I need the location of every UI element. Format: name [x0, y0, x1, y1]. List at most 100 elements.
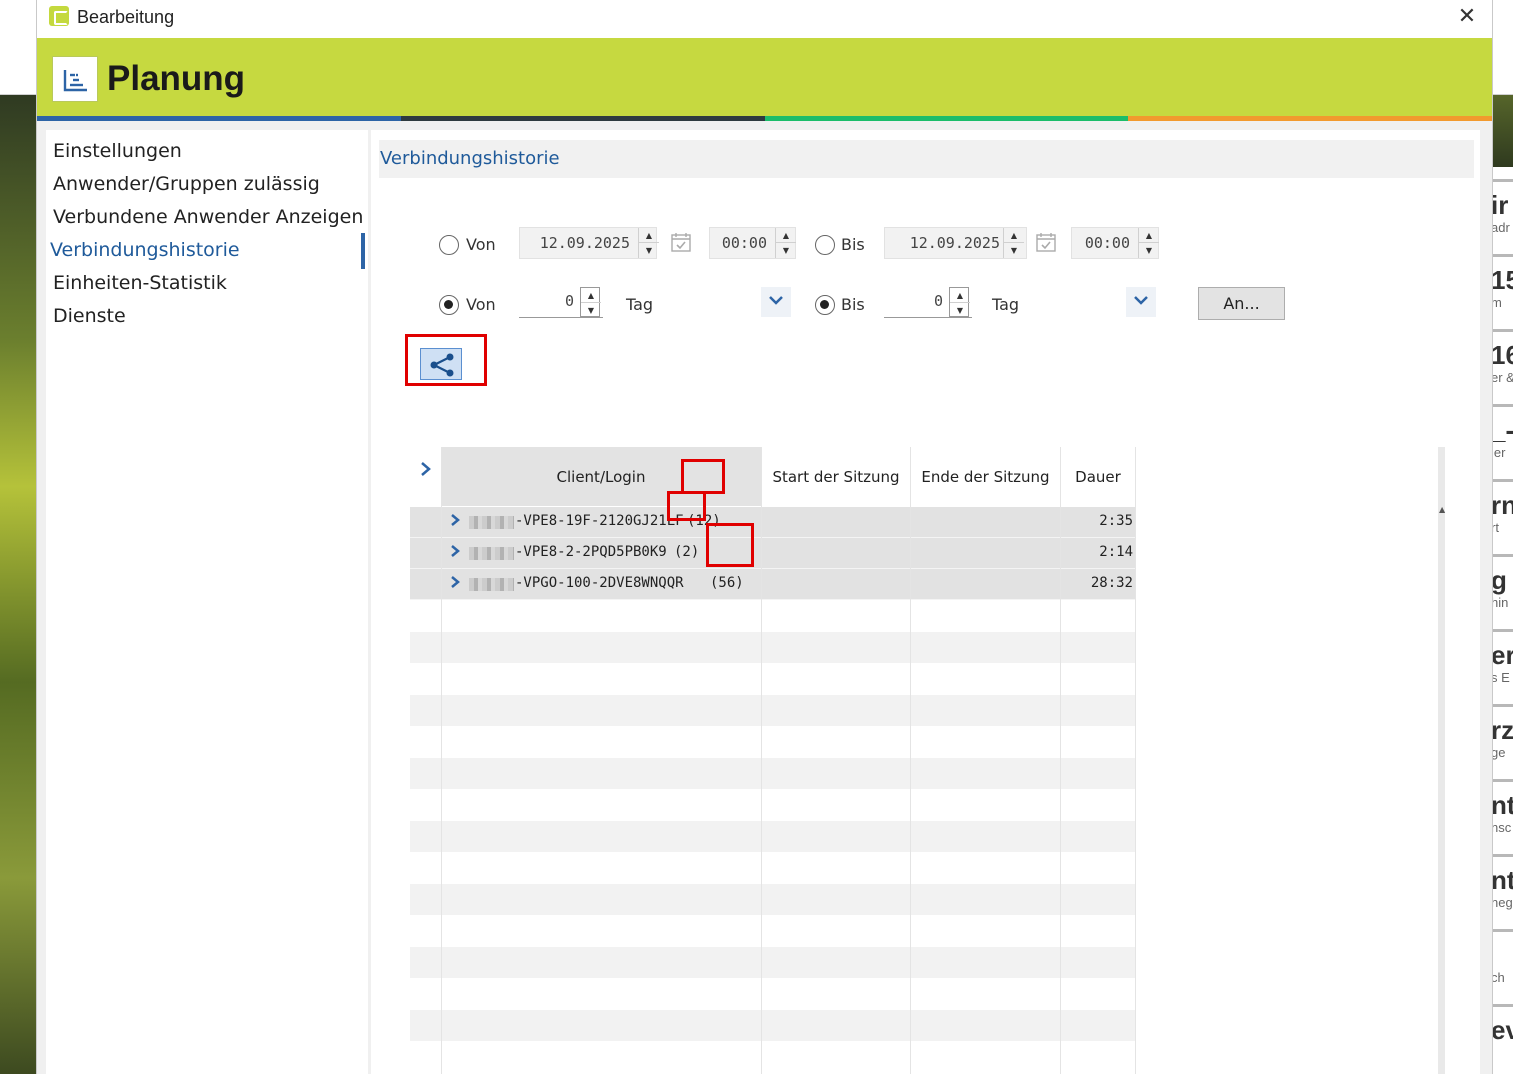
relative-from-spinner[interactable]: ▲ ▼ — [580, 287, 601, 317]
spin-up-icon: ▲ — [581, 288, 601, 303]
scroll-up-icon[interactable]: ▲ — [1439, 505, 1445, 514]
section-title: Verbindungshistorie — [380, 148, 560, 169]
client-login: -VPE8-2-2PQD5PB0K9 — [515, 544, 667, 560]
app-logo-icon — [49, 6, 69, 26]
nav-item-einstellungen[interactable]: Einstellungen — [53, 140, 182, 162]
relative-to-unit[interactable]: Tag — [992, 295, 1019, 314]
spin-down-icon: ▼ — [587, 306, 595, 315]
spin-up-icon: ▲ — [639, 228, 659, 243]
relative-from-label: Von — [466, 295, 496, 314]
column-separator — [1060, 447, 1061, 1074]
redacted-prefix — [469, 516, 514, 529]
client-login: -VPE8-19F-2120GJ21LF — [515, 513, 684, 529]
unit-dropdown-from[interactable] — [761, 287, 791, 317]
background-tile-heading: rn — [1493, 490, 1513, 521]
spin-down-icon: ▼ — [956, 306, 964, 315]
date-range-radio[interactable] — [439, 235, 459, 255]
background-tile: ntneg — [1493, 854, 1513, 916]
background-tile-text: hin — [1493, 595, 1509, 610]
column-separator — [441, 447, 442, 1074]
column-header-duration[interactable]: Dauer — [1061, 447, 1135, 506]
vertical-scrollbar[interactable] — [1438, 447, 1445, 1074]
highlight-box — [667, 491, 706, 521]
to-label: Bis — [841, 235, 865, 254]
nav-item-verbindungshistorie[interactable]: Verbindungshistorie — [50, 239, 240, 261]
relative-from-unit[interactable]: Tag — [626, 295, 653, 314]
redacted-prefix — [469, 578, 514, 591]
module-title: Planung — [107, 59, 246, 98]
active-nav-marker — [361, 233, 365, 269]
highlight-box — [681, 459, 725, 494]
background-tile-text: rt — [1493, 520, 1499, 535]
date-range-to-radio[interactable] — [815, 235, 835, 255]
empty-row — [410, 947, 1136, 978]
to-date-spinner[interactable]: ▲ ▼ — [1003, 228, 1024, 258]
background-tile-heading: rz — [1493, 715, 1513, 745]
expand-row-chevron-icon[interactable] — [450, 513, 460, 527]
background-tile-text: ch — [1493, 970, 1505, 985]
background-tile-heading: g — [1493, 565, 1507, 596]
spin-down-icon: ▼ — [1145, 246, 1153, 255]
background-tile-text: neg — [1493, 895, 1513, 910]
empty-row — [410, 884, 1136, 915]
background-tile-heading: nt — [1493, 790, 1513, 821]
from-time-spinner[interactable]: ▲ ▼ — [775, 228, 796, 258]
expand-row-chevron-icon[interactable] — [450, 575, 460, 589]
background-tile: ers E — [1493, 629, 1513, 691]
background-tile-heading: ir — [1493, 190, 1509, 220]
background-tile-text: nsc — [1493, 820, 1512, 835]
background-tile-heading: 16 — [1493, 340, 1513, 371]
table-row[interactable]: -VPE8-19F-2120GJ21LF (12) 2:35 — [410, 507, 1136, 538]
nav-item-einheiten-statistik[interactable]: Einheiten-Statistik — [53, 272, 227, 294]
relative-to-label: Bis — [841, 295, 865, 314]
background-tile-heading: nt — [1493, 865, 1513, 896]
background-tile: ev — [1493, 1004, 1513, 1066]
session-history-table: Client/Login Start der Sitzung Ende der … — [410, 447, 1445, 1074]
table-row[interactable]: -VPE8-2-2PQD5PB0K9 (2) 2:14 — [410, 538, 1136, 569]
background-tile-text: ge — [1493, 745, 1506, 760]
background-tile: rnrt — [1493, 479, 1513, 541]
unit-dropdown-to[interactable] — [1126, 287, 1156, 317]
spin-up-icon: ▲ — [1139, 228, 1159, 243]
column-header-start[interactable]: Start der Sitzung — [762, 447, 910, 506]
nav-item-dienste[interactable]: Dienste — [53, 305, 126, 327]
apply-button[interactable]: An... — [1198, 287, 1285, 320]
background-photo — [0, 95, 36, 1074]
from-date-spinner[interactable]: ▲ ▼ — [638, 228, 659, 258]
background-tile-text: m — [1493, 295, 1502, 310]
expand-all-chevron-icon[interactable] — [420, 461, 432, 477]
spin-up-icon: ▲ — [1004, 228, 1024, 243]
background-tile-heading: ev — [1493, 1015, 1513, 1046]
title-bar: Bearbeitung ✕ — [37, 0, 1492, 38]
spin-up-icon: ▲ — [776, 228, 796, 243]
background-tile-text: s E — [1493, 670, 1510, 685]
column-header-end[interactable]: Ende der Sitzung — [911, 447, 1060, 506]
session-duration: 2:35 — [1099, 513, 1133, 529]
relative-range-radio[interactable] — [439, 295, 459, 315]
background-tile-text: adr — [1493, 220, 1510, 235]
spin-down-icon: ▼ — [645, 246, 653, 255]
relative-to-radio[interactable] — [815, 295, 835, 315]
background-tile-heading: 15 — [1493, 265, 1513, 296]
from-date-field[interactable]: 12.09.2025 — [519, 227, 657, 259]
settings-nav: Einstellungen Anwender/Gruppen zulässig … — [46, 130, 395, 1074]
calendar-icon[interactable] — [1035, 231, 1057, 253]
nav-item-anwender-gruppen[interactable]: Anwender/Gruppen zulässig — [53, 173, 320, 195]
column-separator — [910, 447, 911, 1074]
calendar-icon[interactable] — [670, 231, 692, 253]
background-tile: 16er & — [1493, 329, 1513, 391]
window-title: Bearbeitung — [77, 7, 175, 27]
background-tile: _-ler — [1493, 404, 1513, 466]
nav-item-verbundene-anwender[interactable]: Verbundene Anwender Anzeigen — [53, 206, 363, 228]
relative-to-spinner[interactable]: ▲ ▼ — [949, 287, 970, 317]
expand-row-chevron-icon[interactable] — [450, 544, 460, 558]
table-row[interactable]: -VPGO-100-2DVE8WNQQR (56) 28:32 — [410, 569, 1136, 600]
background-app-toolbar — [0, 0, 36, 95]
history-content: Von 12.09.2025 ▲ ▼ 00:00 ▲ ▼ Bis 12.09.202… — [381, 178, 1474, 1074]
chevron-down-icon — [1134, 296, 1148, 305]
to-time-spinner[interactable]: ▲ ▼ — [1138, 228, 1159, 258]
redacted-prefix — [469, 547, 514, 560]
column-separator — [1135, 447, 1136, 1074]
background-tile-text: ler — [1493, 445, 1506, 460]
close-button[interactable]: ✕ — [1456, 5, 1478, 29]
